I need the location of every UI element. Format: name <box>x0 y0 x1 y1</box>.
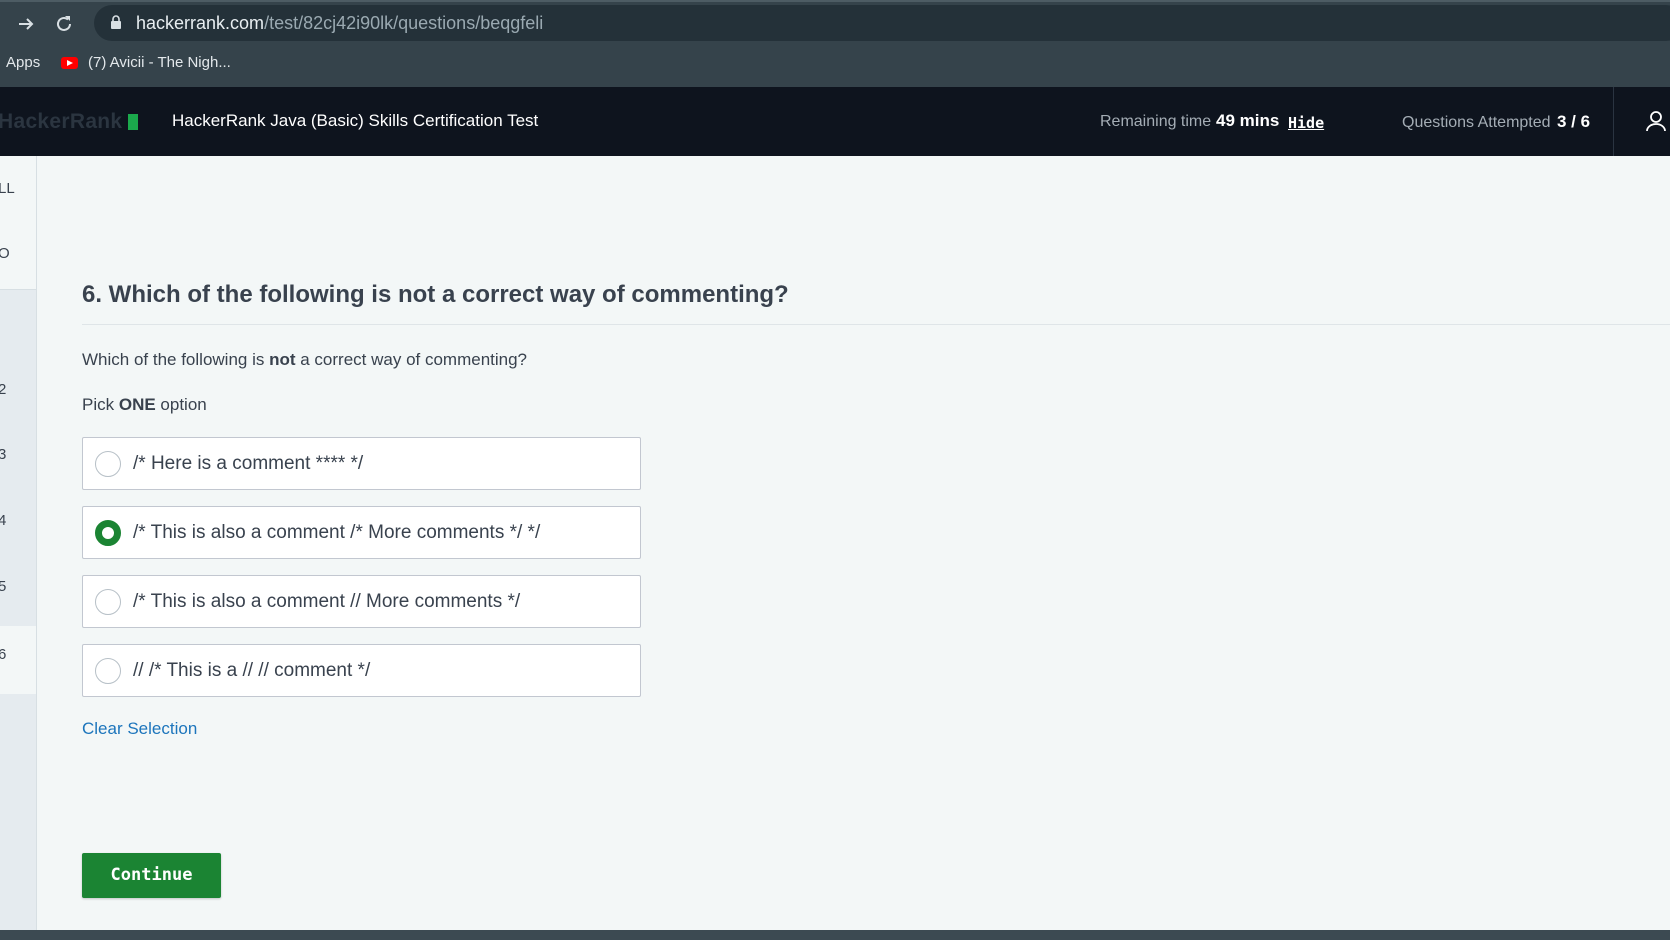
continue-button[interactable]: Continue <box>82 853 221 898</box>
pick-instruction: Pick ONE option <box>82 395 207 415</box>
option-2[interactable]: /* This is also a comment /* More commen… <box>82 506 641 559</box>
title-divider <box>82 324 1670 325</box>
reload-button[interactable] <box>48 8 80 40</box>
questions-attempted-label: Questions Attempted <box>1402 114 1551 131</box>
radio-button[interactable] <box>95 589 121 615</box>
url-text[interactable]: hackerrank.com/test/82cj42i90lk/question… <box>136 13 543 34</box>
question-body: Which of the following is not a correct … <box>82 350 527 370</box>
option-3[interactable]: /* This is also a comment // More commen… <box>82 575 641 628</box>
bookmark-apps[interactable]: Apps <box>6 54 40 71</box>
radio-button-selected[interactable] <box>95 520 121 546</box>
lock-icon <box>111 15 121 29</box>
question-body-text-1: Which of the following is <box>82 350 270 369</box>
questions-attempted-value: 3 / 6 <box>1557 112 1591 131</box>
reload-icon <box>57 16 71 31</box>
forward-button[interactable] <box>10 8 42 40</box>
pick-emphasis: ONE <box>118 395 156 414</box>
sidebar-item-3[interactable]: 3 <box>0 446 6 463</box>
sidebar-item-4[interactable]: 4 <box>0 512 6 529</box>
logo-mark <box>128 114 138 130</box>
option-label: // /* This is a // // comment */ <box>133 660 371 681</box>
question-body-emphasis: not <box>269 350 296 369</box>
option-1[interactable]: /* Here is a comment **** */ <box>82 437 641 490</box>
sidebar-item-clock[interactable]: O <box>0 245 10 262</box>
sidebar-item-2[interactable]: 2 <box>0 381 6 398</box>
pick-text-2: option <box>155 395 207 414</box>
browser-chrome: hackerrank.com/test/82cj42i90lk/question… <box>0 0 1670 87</box>
tab-strip-edge <box>0 0 1670 2</box>
youtube-icon <box>61 57 78 69</box>
option-label: /* This is also a comment // More commen… <box>133 591 521 612</box>
option-label: /* Here is a comment **** */ <box>133 453 364 474</box>
sidebar-top <box>0 156 36 290</box>
arrow-right-icon <box>19 18 34 30</box>
radio-button[interactable] <box>95 658 121 684</box>
radio-button[interactable] <box>95 451 121 477</box>
url-host: hackerrank.com <box>136 13 265 33</box>
sidebar-item-5[interactable]: 5 <box>0 578 6 595</box>
hide-timer-link[interactable]: Hide <box>1288 114 1324 132</box>
option-4[interactable]: // /* This is a // // comment */ <box>82 644 641 697</box>
pick-text-1: Pick <box>82 395 119 414</box>
hackerrank-logo[interactable]: HackerRank <box>0 110 122 134</box>
header-divider <box>1613 87 1614 156</box>
remaining-time-label: Remaining time <box>1100 113 1212 130</box>
sidebar-item-all[interactable]: LL <box>0 180 15 197</box>
url-path: /test/82cj42i90lk/questions/beqgfeli <box>264 13 544 33</box>
question-title: 6. Which of the following is not a corre… <box>82 281 789 308</box>
bottom-bar <box>0 930 1670 940</box>
question-sidebar: LL O 2 3 4 5 6 <box>0 156 37 930</box>
option-label: /* This is also a comment /* More commen… <box>133 522 541 543</box>
test-title: HackerRank Java (Basic) Skills Certifica… <box>172 111 539 130</box>
sidebar-item-6[interactable]: 6 <box>0 646 6 663</box>
user-icon[interactable] <box>1646 110 1666 132</box>
question-body-text-2: a correct way of commenting? <box>295 350 528 369</box>
clear-selection-link[interactable]: Clear Selection <box>82 719 197 739</box>
remaining-time-value: 49 mins <box>1216 111 1280 130</box>
bookmark-avicii[interactable]: (7) Avicii - The Nigh... <box>88 54 231 71</box>
